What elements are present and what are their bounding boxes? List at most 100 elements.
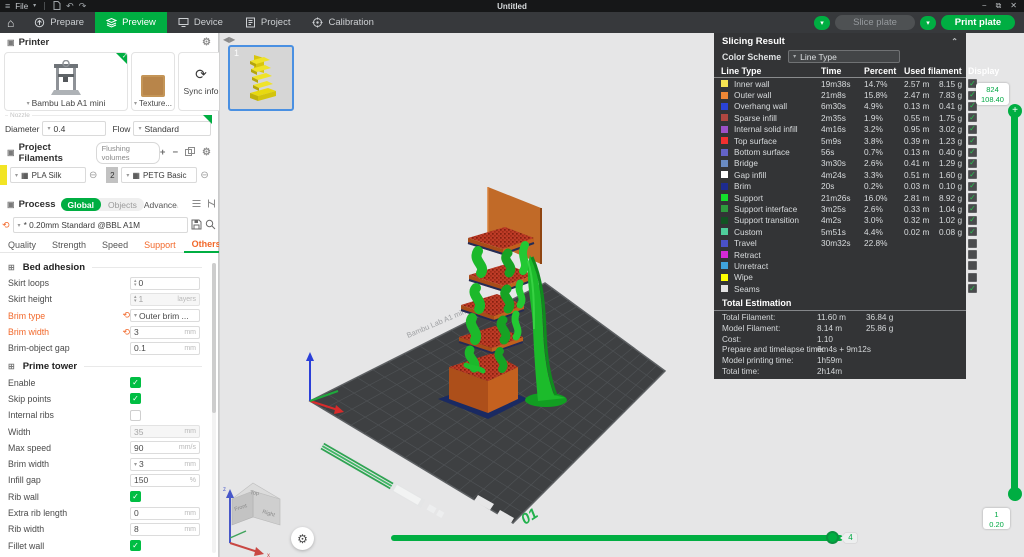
color-scheme-select[interactable]: ▾ Line Type xyxy=(788,50,900,63)
redo-icon[interactable]: ↷ xyxy=(79,1,87,11)
process-tab-strength[interactable]: Strength xyxy=(44,237,94,253)
filament-select[interactable]: ▾▦PETG Basic xyxy=(121,167,197,183)
filament-number-badge[interactable]: 2 xyxy=(106,167,118,183)
layer-slider-top-handle[interactable]: + xyxy=(1008,104,1022,118)
layer-slider-track[interactable] xyxy=(1011,110,1018,494)
line-type-swatch xyxy=(721,171,728,178)
reset-preset-icon[interactable]: ⟲ xyxy=(2,220,10,231)
reset-setting-icon[interactable]: ⟲ xyxy=(122,327,130,338)
layer-slider-bottom-handle[interactable] xyxy=(1008,487,1022,501)
tab-device[interactable]: Device xyxy=(167,12,234,33)
setting-spinner[interactable]: ▴▾1layers xyxy=(130,293,200,306)
display-checkbox[interactable]: ✓ xyxy=(968,216,977,225)
filament-color-tab[interactable] xyxy=(0,165,7,185)
add-filament-icon[interactable]: + xyxy=(160,147,166,158)
setting-input[interactable]: 150% xyxy=(130,474,200,487)
global-objects-switch[interactable]: Global Objects xyxy=(61,198,144,211)
setting-select[interactable]: ▾3mm xyxy=(130,458,200,471)
collapse-panel-icon[interactable]: ⌃ xyxy=(951,37,958,46)
save-preset-icon[interactable] xyxy=(191,219,202,232)
display-checkbox[interactable] xyxy=(968,250,977,259)
print-plate-button[interactable]: Print plate xyxy=(941,15,1015,30)
display-checkbox[interactable]: ✓ xyxy=(968,113,977,122)
remove-filament-button[interactable]: ⊖ xyxy=(89,170,97,181)
new-project-icon[interactable] xyxy=(53,1,61,12)
display-checkbox[interactable]: ✓ xyxy=(968,148,977,157)
process-tab-quality[interactable]: Quality xyxy=(0,237,44,253)
flow-select[interactable]: ▾Standard xyxy=(133,121,211,136)
display-checkbox[interactable]: ✓ xyxy=(968,125,977,134)
plate-type-card[interactable]: ▾Texture... xyxy=(131,52,175,111)
close-button[interactable]: ✕ xyxy=(1010,1,1017,11)
setting-select[interactable]: ▾Outer brim ... xyxy=(130,309,200,322)
display-checkbox[interactable]: ✓ xyxy=(968,193,977,202)
setting-checkbox[interactable]: ✓ xyxy=(130,491,141,502)
display-checkbox[interactable]: ✓ xyxy=(968,284,977,293)
chevron-down-icon[interactable]: ▾ xyxy=(33,1,36,11)
tab-project[interactable]: Project xyxy=(234,12,302,33)
plate-thumbnail[interactable]: 1 xyxy=(228,45,294,111)
printer-card[interactable]: ▾Bambu Lab A1 mini xyxy=(4,52,128,111)
flushing-volumes-button[interactable]: Flushing volumes xyxy=(96,142,160,164)
collapse-plate-list-icon[interactable]: ◀▶ xyxy=(223,35,235,44)
process-tab-support[interactable]: Support xyxy=(136,237,184,253)
display-checkbox[interactable]: ✓ xyxy=(968,159,977,168)
setting-input[interactable]: 0.1mm xyxy=(130,342,200,355)
display-checkbox[interactable] xyxy=(968,273,977,282)
time-value: 2m35s xyxy=(821,113,864,123)
compare-presets-icon[interactable] xyxy=(207,199,216,210)
display-checkbox[interactable]: ✓ xyxy=(968,204,977,213)
tab-preview[interactable]: Preview xyxy=(95,12,167,33)
navigation-cube[interactable]: Top Front Right z x xyxy=(223,483,280,557)
setting-spinner[interactable]: ▴▾0 xyxy=(130,277,200,290)
move-slider-track[interactable] xyxy=(391,535,843,541)
filament-settings-gear-icon[interactable]: ⚙ xyxy=(202,147,211,158)
minimize-button[interactable]: − xyxy=(982,1,987,11)
sync-filament-list-icon[interactable] xyxy=(185,147,195,159)
settings-list-icon[interactable] xyxy=(192,199,201,210)
search-settings-icon[interactable] xyxy=(205,219,216,232)
display-checkbox[interactable]: ✓ xyxy=(968,170,977,179)
filament-select[interactable]: ▾▦PLA Silk xyxy=(10,167,86,183)
setting-checkbox[interactable]: ✓ xyxy=(130,393,141,404)
filament-swatch-icon: ▦ xyxy=(21,171,29,180)
restore-button[interactable]: ⧉ xyxy=(996,1,1002,11)
move-slider-handle[interactable] xyxy=(826,531,839,544)
slice-options-chevron[interactable]: ▾ xyxy=(814,16,830,30)
sidebar-scrollbar[interactable] xyxy=(212,263,216,553)
setting-checkbox[interactable]: ✓ xyxy=(130,377,141,388)
undo-icon[interactable]: ↶ xyxy=(66,1,74,11)
display-checkbox[interactable]: ✓ xyxy=(968,136,977,145)
print-options-chevron[interactable]: ▾ xyxy=(920,16,936,30)
printer-settings-gear-icon[interactable]: ⚙ xyxy=(202,37,211,48)
slice-plate-button[interactable]: Slice plate xyxy=(835,15,915,30)
display-checkbox[interactable]: ✓ xyxy=(968,182,977,191)
total-label: Total Filament: xyxy=(722,313,775,322)
plate-thumbnail-number: 1 xyxy=(234,48,239,58)
remove-filament-icon[interactable]: − xyxy=(172,147,178,158)
setting-input[interactable]: 90mm/s xyxy=(130,441,200,454)
reset-setting-icon[interactable]: ⟲ xyxy=(122,310,130,321)
display-checkbox[interactable] xyxy=(968,239,977,248)
tab-calibration[interactable]: Calibration xyxy=(301,12,384,33)
setting-input[interactable]: 8mm xyxy=(130,523,200,536)
slicing-result-panel: Slicing Result ⌃ Color Scheme ▾ Line Typ… xyxy=(714,33,966,379)
tab-prepare[interactable]: Prepare xyxy=(23,12,95,33)
setting-checkbox[interactable]: ✓ xyxy=(130,540,141,551)
process-tab-speed[interactable]: Speed xyxy=(94,237,136,253)
diameter-select[interactable]: ▾0.4 xyxy=(42,121,106,136)
setting-input[interactable]: 3mm xyxy=(130,326,200,339)
process-preset-select[interactable]: ▾* 0.20mm Standard @BBL A1M xyxy=(13,217,188,233)
display-checkbox[interactable]: ✓ xyxy=(968,227,977,236)
file-menu[interactable]: File xyxy=(15,2,28,11)
remove-filament-button[interactable]: ⊖ xyxy=(200,170,208,181)
sync-info-button[interactable]: ⟳ Sync info xyxy=(178,52,224,111)
slider-settings-button[interactable]: ⚙ xyxy=(291,527,314,550)
line-type-row: Seams✓ xyxy=(714,283,966,294)
setting-input[interactable]: 0mm xyxy=(130,507,200,520)
setting-checkbox[interactable] xyxy=(130,410,141,421)
setting-input[interactable]: 35mm xyxy=(130,425,200,438)
hamburger-menu-icon[interactable]: ≡ xyxy=(5,1,10,11)
display-checkbox[interactable] xyxy=(968,261,977,270)
home-icon[interactable]: ⌂ xyxy=(7,16,14,30)
